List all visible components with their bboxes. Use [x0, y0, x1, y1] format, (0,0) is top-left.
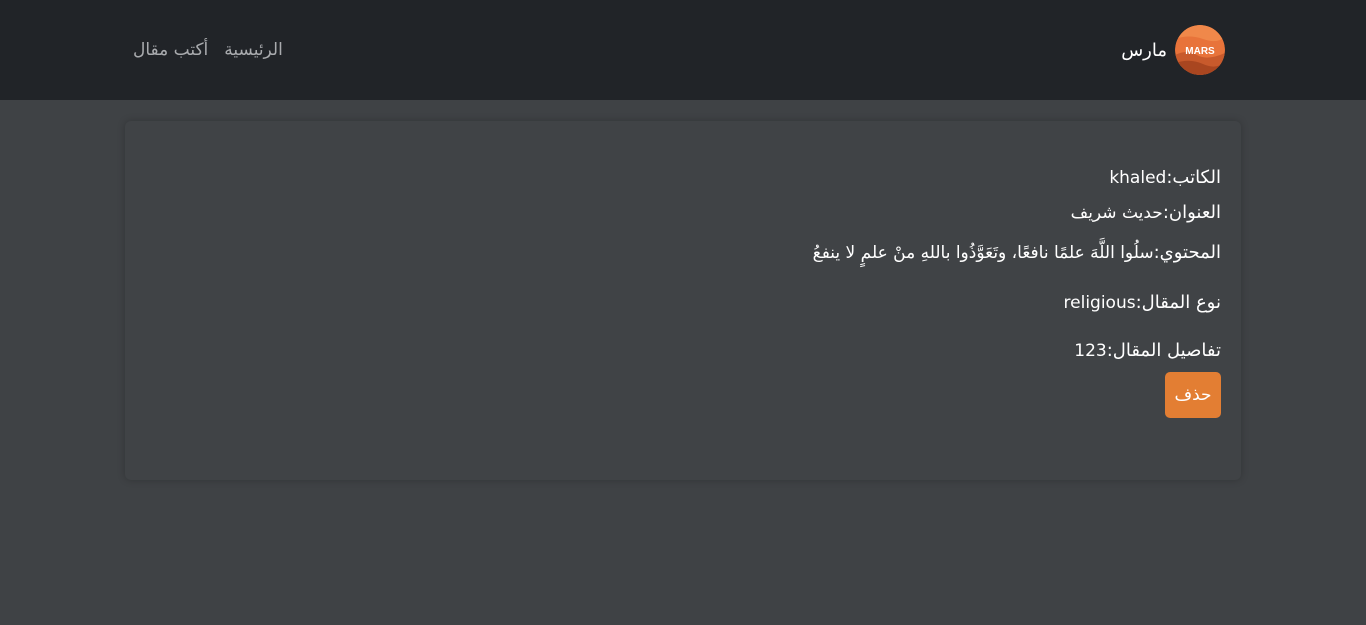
mars-logo-icon: MARS	[1175, 25, 1225, 75]
brand-name: مارس	[1121, 39, 1167, 61]
article-card: الكاتب: khaled العنوان: حديث شريف المحتو…	[125, 121, 1241, 480]
nav-link-write-article[interactable]: أكتب مقال	[133, 40, 208, 60]
navbar: MARS مارس الرئيسية أكتب مقال	[0, 0, 1366, 100]
title-value: حديث شريف	[1070, 203, 1163, 223]
content-row: المحتوي: سلُوا اللَّهَ علمًا نافعًا، وتَ…	[145, 242, 1221, 292]
author-value: khaled	[1109, 168, 1167, 188]
content-label: المحتوي:	[1153, 242, 1221, 263]
brand-link[interactable]: MARS مارس	[1121, 25, 1225, 75]
author-row: الكاتب: khaled	[145, 167, 1221, 202]
details-value: 123	[1074, 341, 1107, 361]
author-label: الكاتب:	[1166, 167, 1221, 188]
title-label: العنوان:	[1162, 202, 1221, 223]
type-value: religious	[1063, 293, 1136, 313]
delete-button[interactable]: حذف	[1165, 372, 1221, 418]
nav-link-home[interactable]: الرئيسية	[224, 40, 283, 60]
svg-text:MARS: MARS	[1185, 46, 1215, 57]
content-value: سلُوا اللَّهَ علمًا نافعًا، وتَعَوَّذُوا…	[812, 243, 1154, 263]
type-row: نوع المقال: religious	[145, 292, 1221, 340]
type-label: نوع المقال:	[1135, 292, 1221, 313]
details-label: تفاصيل المقال:	[1106, 340, 1221, 361]
title-row: العنوان: حديث شريف	[145, 202, 1221, 242]
nav-links: الرئيسية أكتب مقال	[133, 40, 283, 60]
details-row: تفاصيل المقال: 123	[145, 340, 1221, 372]
